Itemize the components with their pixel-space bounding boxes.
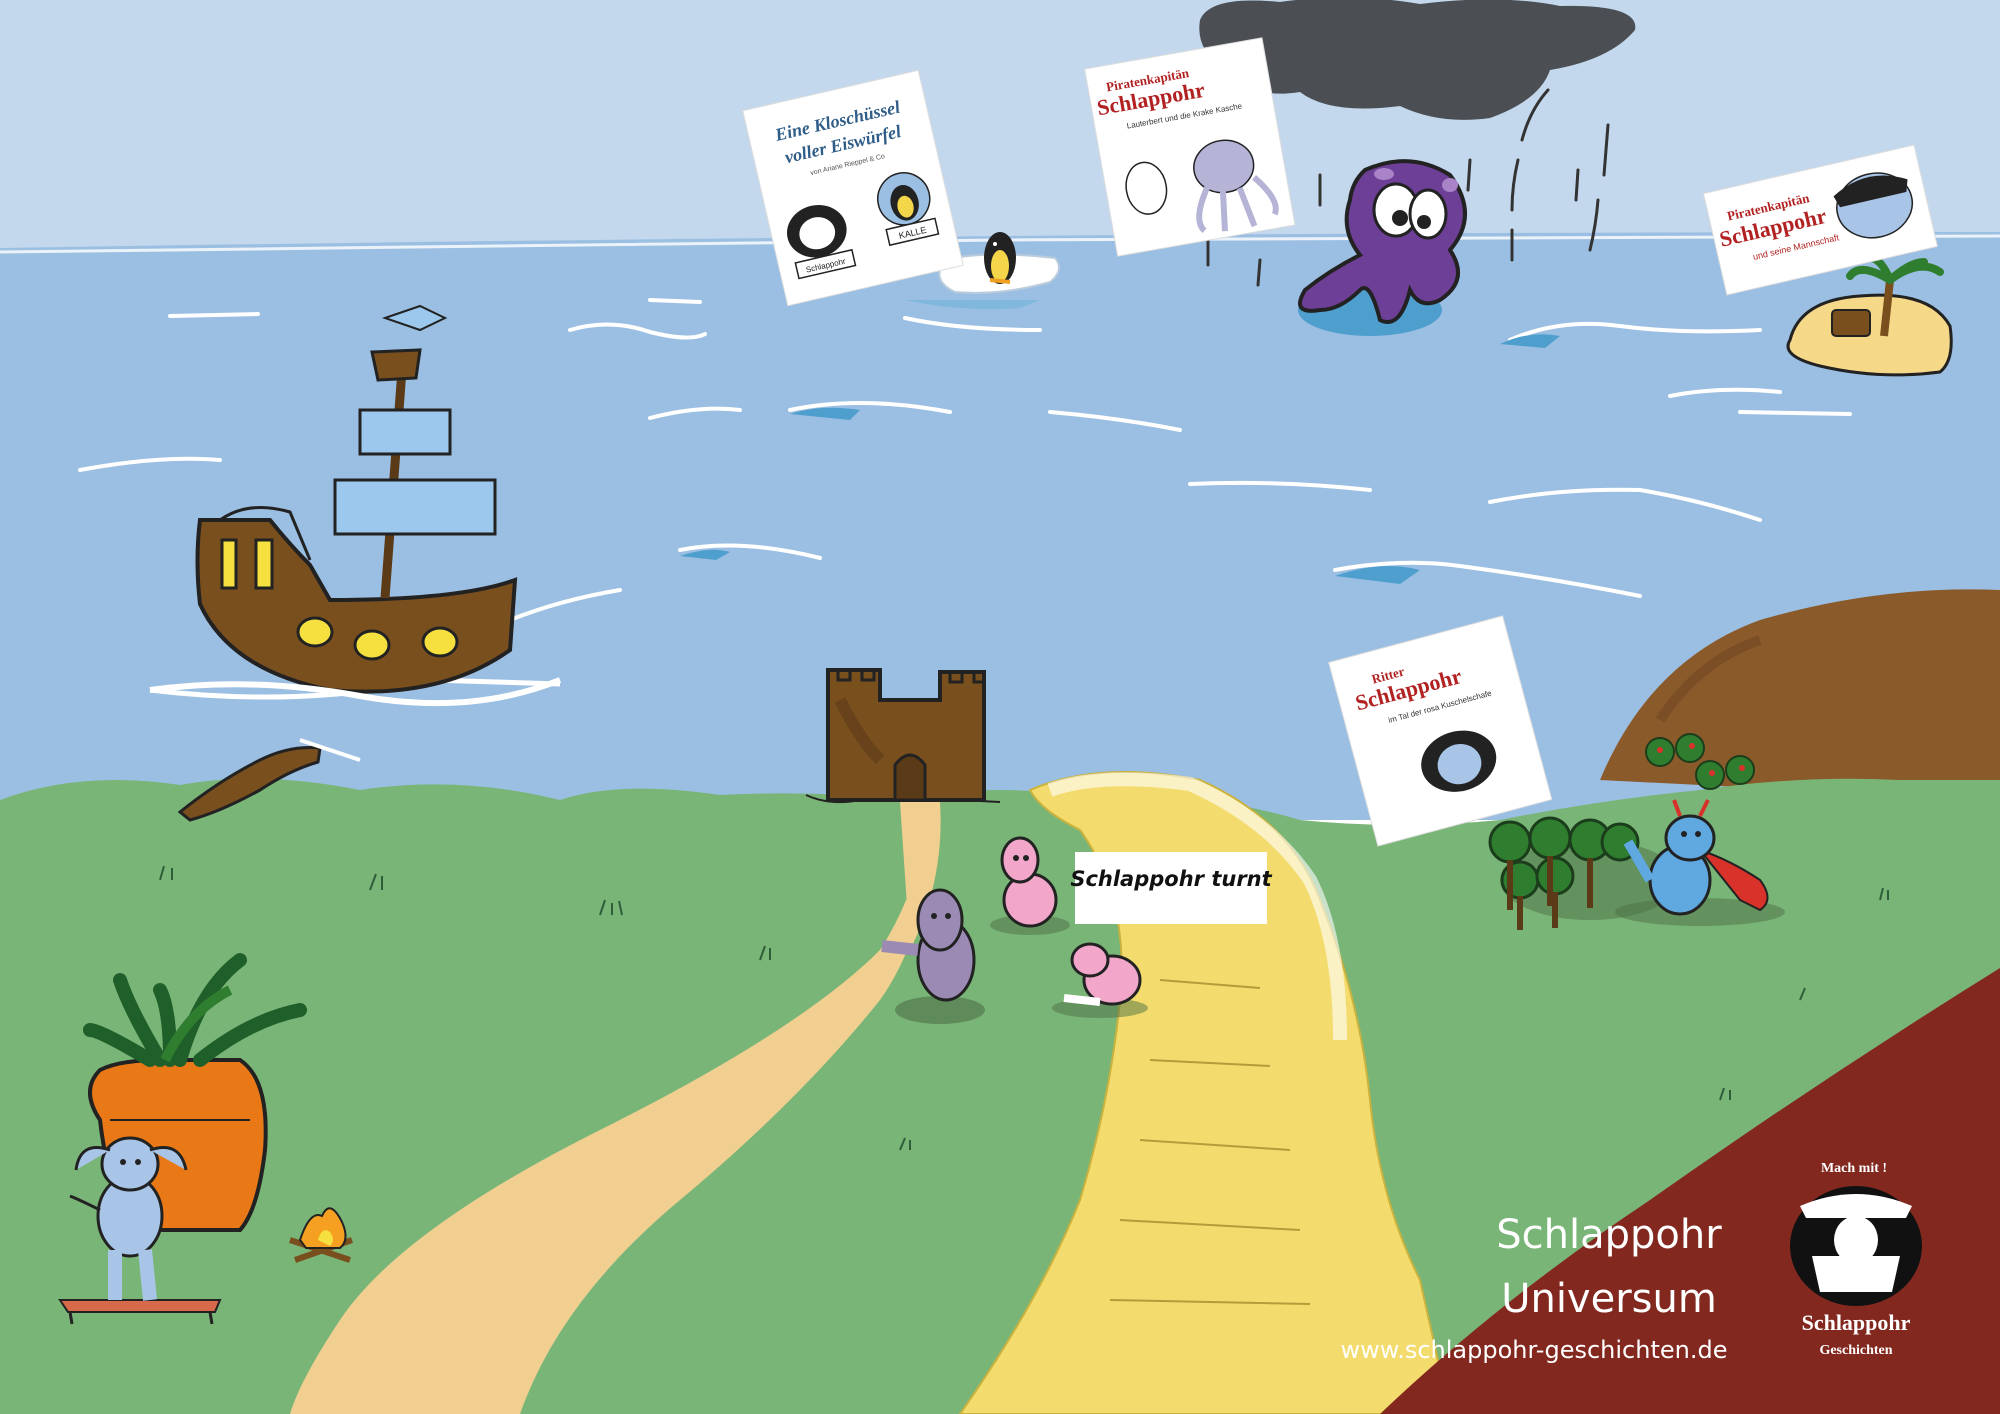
scene-illustration: Eine Kloschüssel voller Eiswürfel von Ar… bbox=[0, 0, 2000, 1414]
title-line1: Schlappohr bbox=[1496, 1212, 1722, 1258]
website-url: www.schlappohr-geschichten.de bbox=[1341, 1336, 1728, 1364]
logo-top-text: Mach mit ! bbox=[1821, 1161, 1887, 1176]
sign-schlappohr-turnt: Schlappohr turnt bbox=[1070, 852, 1273, 924]
logo-name: Schlappohr bbox=[1802, 1310, 1911, 1335]
sky bbox=[0, 0, 2000, 260]
title-line2: Universum bbox=[1501, 1276, 1717, 1322]
book-cover-pirat-krake: Piratenkapitän Schlappohr Lauterbert und… bbox=[1084, 37, 1296, 257]
logo-sub: Geschichten bbox=[1819, 1343, 1892, 1358]
sign-label: Schlappohr turnt bbox=[1070, 867, 1272, 891]
